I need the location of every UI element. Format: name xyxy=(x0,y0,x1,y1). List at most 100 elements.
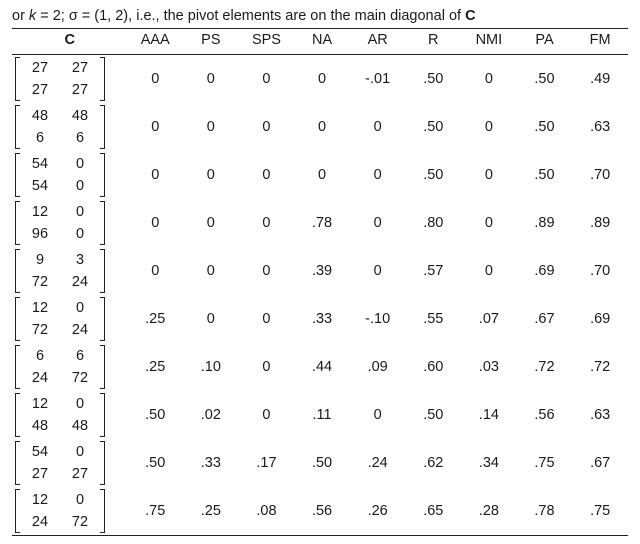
value-cell: .02 xyxy=(183,391,239,439)
table-row: 272727270000-.01.500.50.49 xyxy=(12,55,628,104)
value-cell: .50 xyxy=(405,391,461,439)
table-row: 1207224.2500.33-.10.55.07.67.69 xyxy=(12,295,628,343)
value-cell: .78 xyxy=(517,487,573,536)
value-cell: .89 xyxy=(517,199,573,247)
value-cell: .62 xyxy=(405,439,461,487)
col-header-R: R xyxy=(405,29,461,55)
table-row: 54054000000.500.50.70 xyxy=(12,151,628,199)
value-cell: .50 xyxy=(517,103,573,151)
col-header-NA: NA xyxy=(294,29,350,55)
value-cell: .25 xyxy=(127,295,183,343)
value-cell: .70 xyxy=(572,247,628,295)
matrix-cell: 5402727 xyxy=(12,439,127,487)
matrix-cell: 662472 xyxy=(12,343,127,391)
value-cell: .50 xyxy=(517,55,573,104)
value-cell: 0 xyxy=(183,103,239,151)
table-row: 1202472.75.25.08.56.26.65.28.78.75 xyxy=(12,487,628,536)
matrix-cell: 540540 xyxy=(12,151,127,199)
value-cell: .63 xyxy=(572,391,628,439)
value-cell: .07 xyxy=(461,295,517,343)
matrix-cell: 1202472 xyxy=(12,487,127,536)
value-cell: .03 xyxy=(461,343,517,391)
table-row: 662472.25.100.44.09.60.03.72.72 xyxy=(12,343,628,391)
value-cell: .65 xyxy=(405,487,461,536)
value-cell: .63 xyxy=(572,103,628,151)
value-cell: 0 xyxy=(239,247,295,295)
table-caption: or k = 2; σ = (1, 2), i.e., the pivot el… xyxy=(12,8,628,24)
value-cell: .78 xyxy=(294,199,350,247)
value-cell: 0 xyxy=(239,55,295,104)
col-header-C: C xyxy=(12,29,127,55)
matrix-cell: 1204848 xyxy=(12,391,127,439)
value-cell: .50 xyxy=(405,55,461,104)
value-cell: 0 xyxy=(461,55,517,104)
value-cell: .09 xyxy=(350,343,406,391)
value-cell: 0 xyxy=(461,151,517,199)
value-cell: 0 xyxy=(350,391,406,439)
col-header-SPS: SPS xyxy=(239,29,295,55)
value-cell: 0 xyxy=(350,199,406,247)
table-row: 937224000.390.570.69.70 xyxy=(12,247,628,295)
value-cell: .10 xyxy=(183,343,239,391)
matrix-cell: 1207224 xyxy=(12,295,127,343)
value-cell: 0 xyxy=(127,247,183,295)
metrics-table: C AAA PS SPS NA AR R NMI PA FM 272727270… xyxy=(12,28,628,536)
value-cell: .25 xyxy=(183,487,239,536)
matrix-cell: 937224 xyxy=(12,247,127,295)
value-cell: 0 xyxy=(183,151,239,199)
matrix-cell: 484866 xyxy=(12,103,127,151)
value-cell: 0 xyxy=(183,199,239,247)
value-cell: .75 xyxy=(572,487,628,536)
value-cell: 0 xyxy=(127,151,183,199)
value-cell: .17 xyxy=(239,439,295,487)
value-cell: .50 xyxy=(405,103,461,151)
value-cell: .33 xyxy=(294,295,350,343)
col-header-PS: PS xyxy=(183,29,239,55)
value-cell: 0 xyxy=(183,55,239,104)
col-header-AAA: AAA xyxy=(127,29,183,55)
value-cell: 0 xyxy=(183,247,239,295)
col-header-AR: AR xyxy=(350,29,406,55)
value-cell: 0 xyxy=(239,343,295,391)
value-cell: .49 xyxy=(572,55,628,104)
value-cell: .55 xyxy=(405,295,461,343)
value-cell: .56 xyxy=(517,391,573,439)
value-cell: .44 xyxy=(294,343,350,391)
value-cell: -.10 xyxy=(350,295,406,343)
value-cell: .34 xyxy=(461,439,517,487)
table-row: 120960000.780.800.89.89 xyxy=(12,199,628,247)
value-cell: .75 xyxy=(517,439,573,487)
value-cell: .50 xyxy=(294,439,350,487)
value-cell: 0 xyxy=(461,199,517,247)
value-cell: 0 xyxy=(239,391,295,439)
value-cell: .50 xyxy=(127,391,183,439)
value-cell: .67 xyxy=(517,295,573,343)
value-cell: .72 xyxy=(517,343,573,391)
value-cell: 0 xyxy=(294,103,350,151)
table-row: 48486600000.500.50.63 xyxy=(12,103,628,151)
value-cell: .80 xyxy=(405,199,461,247)
value-cell: 0 xyxy=(239,103,295,151)
value-cell: .89 xyxy=(572,199,628,247)
col-header-PA: PA xyxy=(517,29,573,55)
value-cell: .14 xyxy=(461,391,517,439)
value-cell: .33 xyxy=(183,439,239,487)
value-cell: .56 xyxy=(294,487,350,536)
value-cell: 0 xyxy=(239,295,295,343)
value-cell: .28 xyxy=(461,487,517,536)
value-cell: .50 xyxy=(517,151,573,199)
value-cell: 0 xyxy=(461,103,517,151)
value-cell: .69 xyxy=(572,295,628,343)
matrix-cell: 27272727 xyxy=(12,55,127,104)
value-cell: .72 xyxy=(572,343,628,391)
value-cell: 0 xyxy=(239,199,295,247)
value-cell: 0 xyxy=(350,151,406,199)
value-cell: .57 xyxy=(405,247,461,295)
value-cell: .60 xyxy=(405,343,461,391)
value-cell: .67 xyxy=(572,439,628,487)
table-row: 5402727.50.33.17.50.24.62.34.75.67 xyxy=(12,439,628,487)
table-row: 1204848.50.020.110.50.14.56.63 xyxy=(12,391,628,439)
value-cell: .24 xyxy=(350,439,406,487)
value-cell: 0 xyxy=(127,55,183,104)
value-cell: -.01 xyxy=(350,55,406,104)
